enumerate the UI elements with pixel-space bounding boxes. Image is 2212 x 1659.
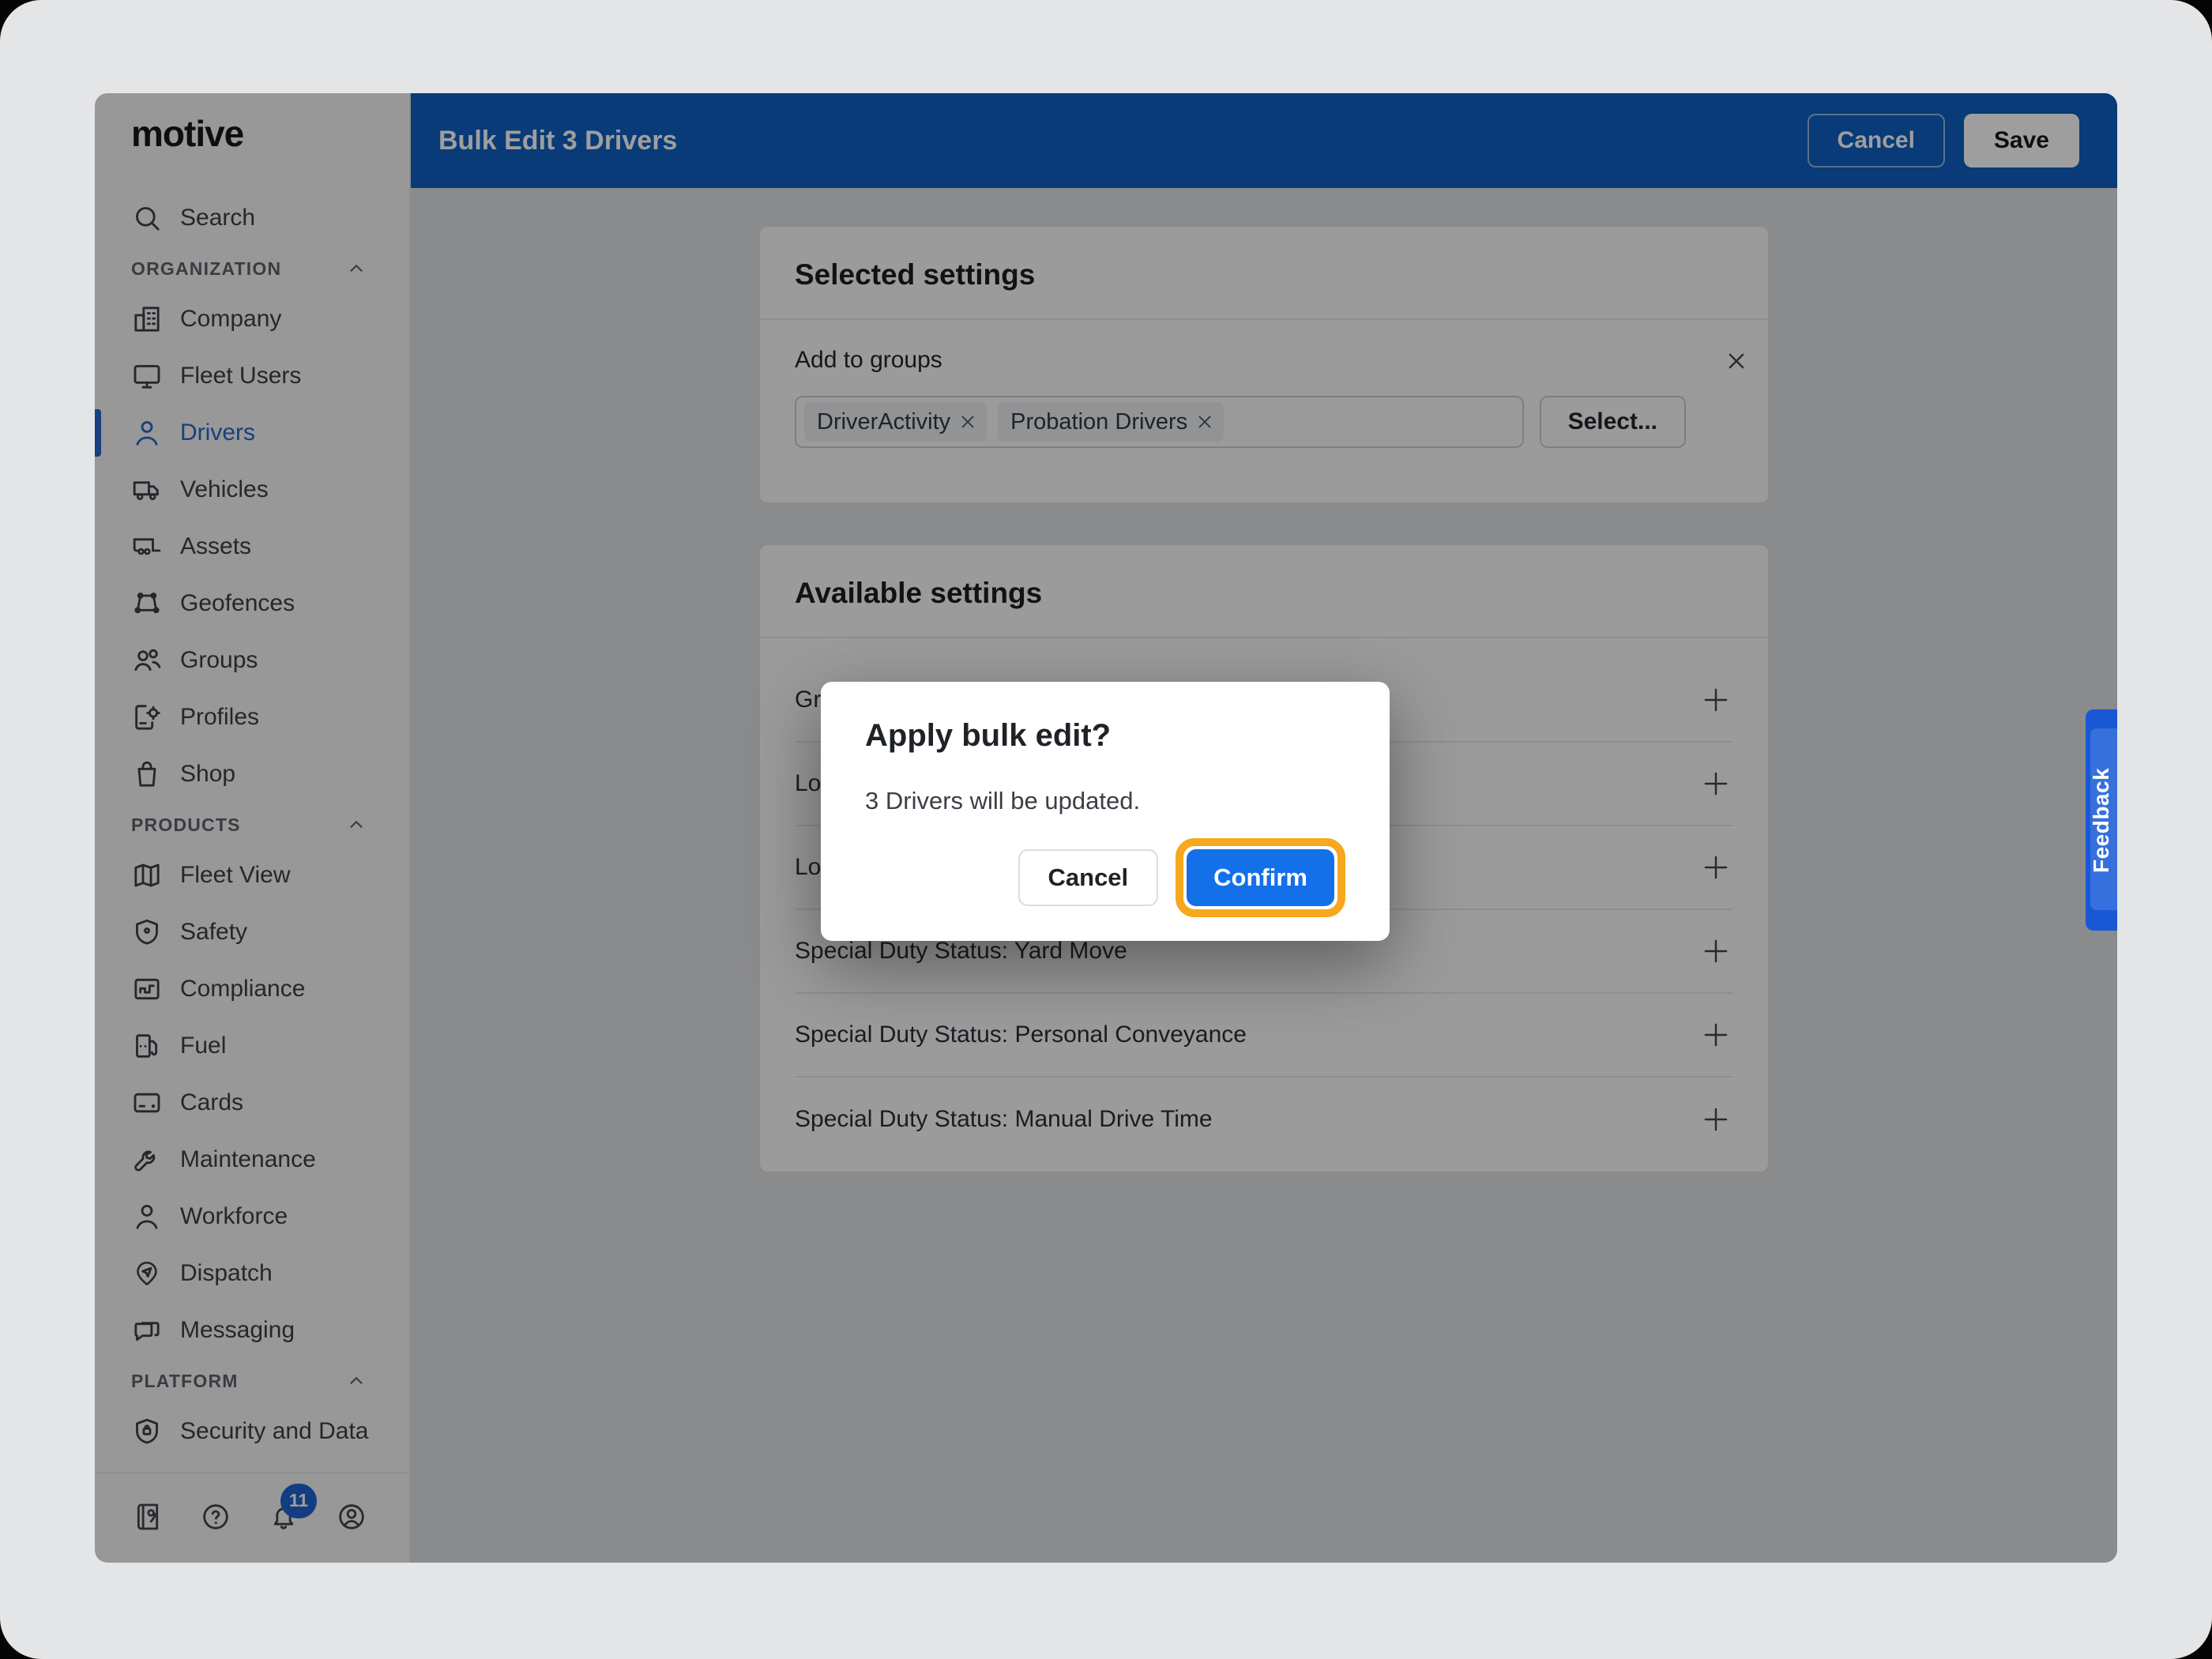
dialog-confirm-button[interactable]: Confirm	[1187, 849, 1334, 906]
feedback-tab-label: Feedback	[2086, 709, 2117, 931]
dialog-footer: Cancel Confirm	[865, 838, 1345, 917]
feedback-tab[interactable]: Feedback	[2086, 709, 2117, 931]
desktop-background: motive Search ORGANIZATION Company F	[0, 0, 2212, 1659]
confirm-focus-ring: Confirm	[1176, 838, 1345, 917]
dialog-cancel-button[interactable]: Cancel	[1018, 849, 1159, 906]
app-window: motive Search ORGANIZATION Company F	[95, 93, 2117, 1563]
dialog-title: Apply bulk edit?	[865, 718, 1345, 754]
dialog-body: 3 Drivers will be updated.	[865, 787, 1345, 815]
apply-bulk-edit-dialog: Apply bulk edit? 3 Drivers will be updat…	[821, 682, 1390, 941]
